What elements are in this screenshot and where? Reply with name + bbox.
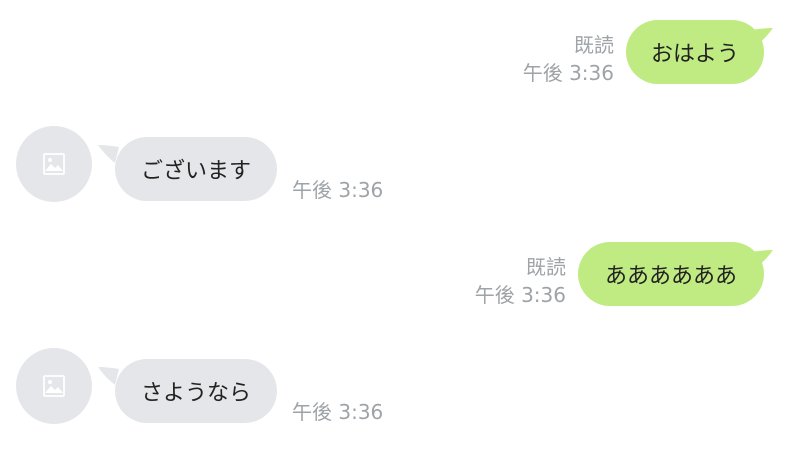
message-timestamp: 午後 3:36 xyxy=(474,283,566,307)
message-bubble[interactable]: ございます xyxy=(115,137,277,201)
read-receipt: 既読 xyxy=(574,33,614,57)
message-bubble[interactable]: さようなら xyxy=(115,359,277,423)
avatar[interactable] xyxy=(16,348,92,424)
bubble-tail xyxy=(752,250,773,268)
message-timestamp: 午後 3:36 xyxy=(292,178,384,202)
image-placeholder-icon xyxy=(43,375,65,397)
message-timestamp: 午後 3:36 xyxy=(292,400,384,424)
read-receipt: 既読 xyxy=(526,255,566,279)
message-bubble[interactable]: おはよう xyxy=(626,20,764,84)
bubble-tail xyxy=(752,28,773,46)
avatar[interactable] xyxy=(16,126,92,202)
image-placeholder-icon xyxy=(43,153,65,175)
message-timestamp: 午後 3:36 xyxy=(522,61,614,85)
message-bubble[interactable]: ああああああ xyxy=(578,242,764,306)
